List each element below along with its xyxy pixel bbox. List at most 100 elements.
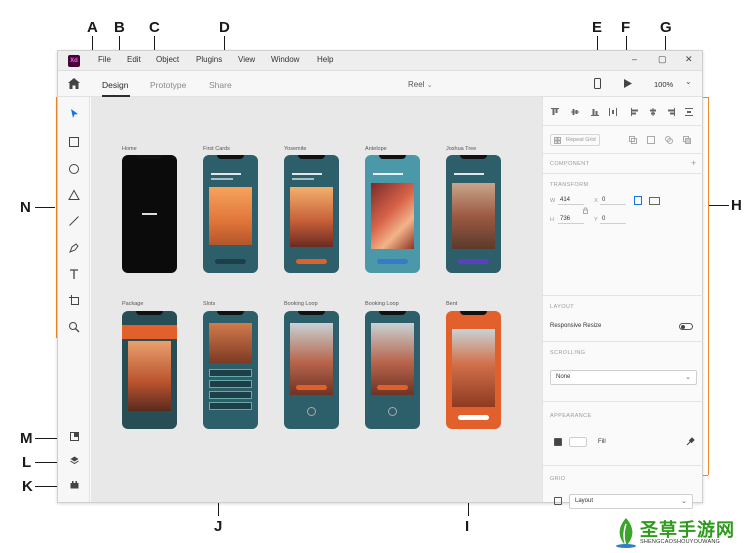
artboard-booking-loop[interactable] — [284, 311, 339, 429]
mask-icon[interactable] — [629, 136, 637, 144]
artboard-label[interactable]: Bent — [446, 301, 457, 307]
repeat-grid-button[interactable]: Repeat Grid — [550, 134, 600, 146]
artboard-joshua-tree[interactable] — [446, 155, 501, 273]
callout-n: N — [20, 199, 31, 216]
phone-heading-line — [292, 173, 322, 175]
align-middle-icon[interactable] — [571, 108, 579, 116]
callout-e: E — [592, 19, 603, 36]
artboard-yosemite[interactable] — [284, 155, 339, 273]
xd-logo-icon[interactable]: Xd — [68, 55, 80, 67]
scrolling-select[interactable]: None ⌄ — [550, 370, 697, 385]
minimize-icon[interactable]: – — [632, 54, 637, 64]
plugins-panel-icon[interactable] — [70, 480, 79, 489]
zoom-tool-icon[interactable] — [68, 321, 80, 333]
exclude-icon[interactable] — [683, 136, 691, 144]
artboard-label[interactable]: Antelope — [365, 146, 387, 152]
home-logo-mark — [142, 213, 157, 215]
distribute-horizontal-icon[interactable] — [609, 108, 617, 116]
tab-prototype[interactable]: Prototype — [150, 80, 186, 90]
menu-object[interactable]: Object — [156, 55, 179, 64]
artboard-bent[interactable] — [446, 311, 501, 429]
callout-h: H — [731, 197, 742, 214]
fill-checkbox[interactable] — [554, 438, 562, 446]
polygon-tool-icon[interactable] — [68, 189, 80, 201]
artboard-first-cards[interactable] — [203, 155, 258, 273]
artboard-booking-loop-2[interactable] — [365, 311, 420, 429]
grid-checkbox[interactable] — [554, 497, 562, 505]
align-right-icon[interactable] — [667, 108, 675, 116]
callout-l: L — [22, 454, 32, 471]
artboard-antelope[interactable] — [365, 155, 420, 273]
home-icon[interactable] — [68, 78, 80, 89]
artboard-tool-icon[interactable] — [68, 294, 80, 306]
responsive-resize-toggle[interactable] — [679, 323, 693, 330]
artboard-label[interactable]: Yosemite — [284, 146, 306, 152]
device-preview-icon[interactable] — [594, 78, 601, 89]
artboard-home[interactable] — [122, 155, 177, 273]
artboard-label[interactable]: Booking Loop — [365, 301, 399, 307]
artboard-label[interactable]: Booking Loop — [284, 301, 318, 307]
callout-g: G — [660, 19, 672, 36]
pen-tool-icon[interactable] — [68, 242, 80, 254]
menu-view[interactable]: View — [238, 55, 255, 64]
callout-k: K — [22, 478, 33, 495]
artboard-label[interactable]: Joshua Tree — [446, 146, 476, 152]
height-field[interactable]: 736 — [558, 214, 584, 224]
assets-panel-icon[interactable] — [70, 432, 79, 441]
phone-heading-line — [211, 173, 241, 175]
appearance-section: APPEARANCE Fill — [543, 401, 703, 465]
artboard-label[interactable]: First Cards — [203, 146, 230, 152]
bracket-h-top — [703, 97, 708, 98]
grid-heading: GRID — [550, 476, 566, 482]
distribute-vertical-icon[interactable] — [685, 108, 693, 116]
width-field[interactable]: 414 — [558, 195, 584, 205]
rectangle-tool-icon[interactable] — [68, 136, 80, 148]
callout-d: D — [219, 19, 230, 36]
menu-file[interactable]: File — [98, 55, 111, 64]
lock-aspect-icon[interactable] — [583, 207, 588, 214]
artboard-label[interactable]: Home — [122, 146, 137, 152]
landscape-icon[interactable] — [649, 196, 660, 205]
menu-help[interactable]: Help — [317, 55, 333, 64]
layers-panel-icon[interactable] — [70, 456, 79, 465]
maximize-icon[interactable]: ▢ — [658, 54, 667, 65]
portrait-icon[interactable] — [634, 196, 642, 205]
canvas[interactable]: Home First Cards Yosemite Antelope Joshu… — [91, 97, 542, 502]
select-tool-icon[interactable] — [68, 108, 80, 120]
menu-window[interactable]: Window — [271, 55, 299, 64]
artboard-package[interactable] — [122, 311, 177, 429]
y-field[interactable]: 0 — [600, 214, 626, 224]
align-bottom-icon[interactable] — [591, 108, 599, 116]
callout-i: I — [465, 518, 470, 535]
align-top-icon[interactable] — [551, 108, 559, 116]
artboard-label[interactable]: Package — [122, 301, 143, 307]
line-tool-icon[interactable] — [68, 215, 80, 227]
group-icon[interactable] — [647, 136, 655, 144]
x-field[interactable]: 0 — [600, 195, 626, 205]
eyedropper-icon[interactable] — [686, 437, 695, 446]
ellipse-tool-icon[interactable] — [68, 163, 80, 175]
zoom-level[interactable]: 100% — [654, 80, 673, 89]
height-label: H — [550, 217, 554, 223]
phone-notch — [217, 155, 244, 159]
scrolling-value: None — [556, 374, 571, 380]
close-icon[interactable]: ✕ — [685, 54, 693, 65]
document-title[interactable]: Reel ⌄ — [408, 80, 433, 89]
y-label: Y — [594, 217, 598, 223]
tab-design[interactable]: Design — [102, 80, 128, 90]
menu-edit[interactable]: Edit — [127, 55, 141, 64]
grid-type-select[interactable]: Layout ⌄ — [569, 494, 693, 509]
add-component-icon[interactable]: + — [691, 158, 696, 168]
text-tool-icon[interactable] — [68, 268, 80, 280]
artboard-label[interactable]: Slots — [203, 301, 215, 307]
tab-share[interactable]: Share — [209, 80, 232, 90]
align-center-icon[interactable] — [649, 108, 657, 116]
zoom-chevron-icon[interactable]: ⌄ — [685, 77, 692, 86]
play-icon[interactable] — [624, 79, 632, 88]
card-image — [290, 187, 333, 247]
artboard-slots[interactable] — [203, 311, 258, 429]
align-left-icon[interactable] — [631, 108, 639, 116]
boolean-icon[interactable] — [665, 136, 673, 144]
menu-plugins[interactable]: Plugins — [196, 55, 222, 64]
fill-color-swatch[interactable] — [569, 437, 587, 447]
